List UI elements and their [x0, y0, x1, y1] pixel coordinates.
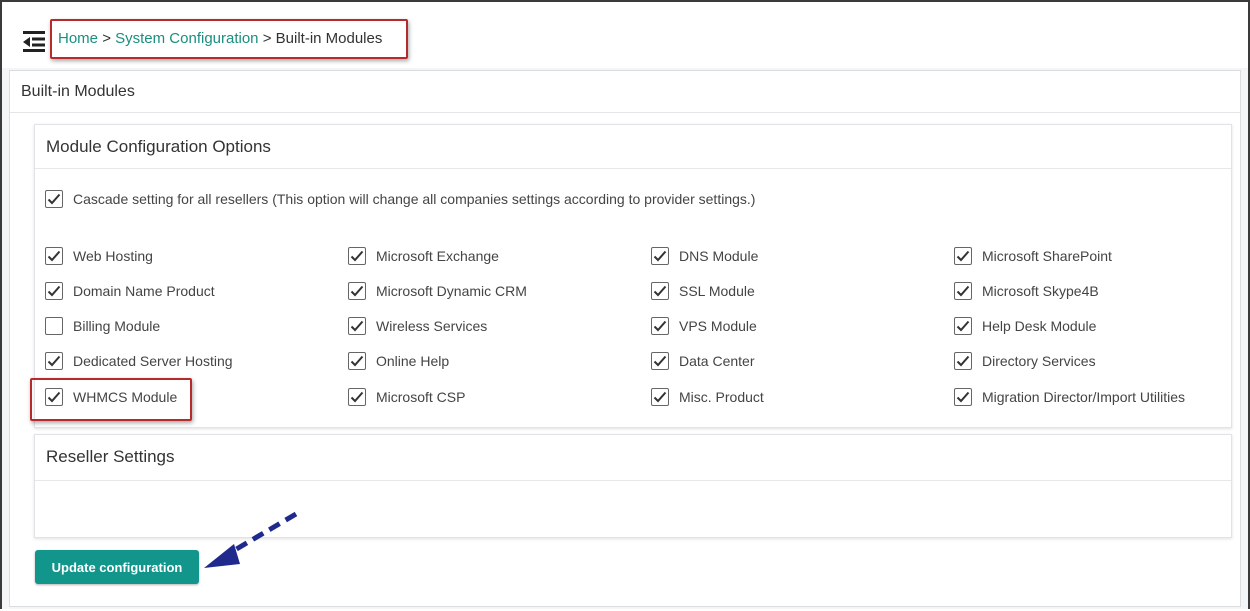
- checkbox-dedicated-server-hosting[interactable]: Dedicated Server Hosting: [45, 352, 233, 370]
- checkbox-help-desk-module[interactable]: Help Desk Module: [954, 317, 1096, 335]
- checkbox-label: Cascade setting for all resellers (This …: [73, 191, 756, 207]
- checkmark-icon[interactable]: [348, 388, 366, 406]
- checkbox-label: Microsoft CSP: [376, 389, 466, 405]
- checkbox-dns-module[interactable]: DNS Module: [651, 247, 758, 265]
- checkmark-icon[interactable]: [348, 247, 366, 265]
- menu-collapse-icon[interactable]: [23, 30, 47, 52]
- module-config-card: Module Configuration Options: [34, 124, 1232, 428]
- checkbox-empty[interactable]: [45, 317, 63, 335]
- breadcrumb-separator: >: [102, 30, 111, 47]
- checkmark-icon[interactable]: [954, 282, 972, 300]
- checkbox-label: Help Desk Module: [982, 318, 1097, 334]
- checkbox-label: Dedicated Server Hosting: [73, 353, 233, 369]
- checkbox-cascade-setting-for-all-resellers-this-option-will-change-all-companies-settings-according-to-provider-settings[interactable]: Cascade setting for all resellers (This …: [45, 190, 755, 208]
- checkbox-microsoft-skype4b[interactable]: Microsoft Skype4B: [954, 282, 1099, 300]
- checkbox-vps-module[interactable]: VPS Module: [651, 317, 757, 335]
- checkbox-label: Directory Services: [982, 353, 1096, 369]
- checkbox-microsoft-exchange[interactable]: Microsoft Exchange: [348, 247, 499, 265]
- checkmark-icon[interactable]: [954, 388, 972, 406]
- checkbox-microsoft-csp[interactable]: Microsoft CSP: [348, 388, 465, 406]
- breadcrumb-system-config-link[interactable]: System Configuration: [115, 30, 258, 47]
- breadcrumb: Home > System Configuration > Built-in M…: [58, 30, 382, 47]
- checkmark-icon[interactable]: [954, 247, 972, 265]
- breadcrumb-home-link[interactable]: Home: [58, 30, 98, 47]
- checkbox-microsoft-dynamic-crm[interactable]: Microsoft Dynamic CRM: [348, 282, 527, 300]
- checkmark-icon[interactable]: [348, 352, 366, 370]
- checkbox-label: Web Hosting: [73, 248, 153, 264]
- checkbox-microsoft-sharepoint[interactable]: Microsoft SharePoint: [954, 247, 1112, 265]
- checkbox-label: Microsoft Exchange: [376, 248, 499, 264]
- breadcrumb-current: Built-in Modules: [275, 30, 383, 47]
- checkmark-icon[interactable]: [651, 352, 669, 370]
- checkbox-ssl-module[interactable]: SSL Module: [651, 282, 755, 300]
- checkbox-label: Domain Name Product: [73, 283, 215, 299]
- checkmark-icon[interactable]: [954, 317, 972, 335]
- checkbox-label: Migration Director/Import Utilities: [982, 389, 1186, 405]
- checkbox-label: SSL Module: [679, 283, 755, 299]
- checkmark-icon[interactable]: [348, 282, 366, 300]
- checkmark-icon[interactable]: [651, 282, 669, 300]
- checkmark-icon[interactable]: [651, 317, 669, 335]
- checkbox-wireless-services[interactable]: Wireless Services: [348, 317, 487, 335]
- whmcs-highlight: [30, 378, 192, 421]
- checkbox-label: Misc. Product: [679, 389, 764, 405]
- checkbox-online-help[interactable]: Online Help: [348, 352, 449, 370]
- panel-title: Built-in Modules: [10, 71, 1240, 113]
- checkmark-icon[interactable]: [45, 282, 63, 300]
- checkbox-domain-name-product[interactable]: Domain Name Product: [45, 282, 215, 300]
- checkbox-label: Microsoft SharePoint: [982, 248, 1112, 264]
- checkmark-icon[interactable]: [651, 388, 669, 406]
- checkbox-billing-module[interactable]: Billing Module: [45, 317, 160, 335]
- checkbox-label: Online Help: [376, 353, 450, 369]
- checkbox-label: DNS Module: [679, 248, 759, 264]
- checkbox-label: Data Center: [679, 353, 755, 369]
- checkmark-icon[interactable]: [45, 352, 63, 370]
- update-configuration-button[interactable]: Update configuration: [35, 550, 199, 584]
- reseller-settings-title: Reseller Settings: [35, 435, 1231, 481]
- checkbox-label: Microsoft Dynamic CRM: [376, 283, 527, 299]
- checkbox-label: VPS Module: [679, 318, 757, 334]
- checkmark-icon[interactable]: [348, 317, 366, 335]
- checkbox-label: Wireless Services: [376, 318, 488, 334]
- checkmark-icon[interactable]: [651, 247, 669, 265]
- checkbox-data-center[interactable]: Data Center: [651, 352, 754, 370]
- checkbox-misc-product[interactable]: Misc. Product: [651, 388, 764, 406]
- checkbox-web-hosting[interactable]: Web Hosting: [45, 247, 153, 265]
- checkmark-icon[interactable]: [954, 352, 972, 370]
- checkbox-label: Billing Module: [73, 318, 161, 334]
- checkbox-label: Microsoft Skype4B: [982, 283, 1099, 299]
- dashed-arrow-icon: [204, 511, 298, 568]
- module-config-title: Module Configuration Options: [35, 125, 1231, 169]
- checkbox-directory-services[interactable]: Directory Services: [954, 352, 1096, 370]
- breadcrumb-separator: >: [262, 30, 272, 47]
- checkmark-icon[interactable]: [45, 190, 63, 208]
- checkmark-icon[interactable]: [45, 247, 63, 265]
- checkbox-migration-director-import-utilities[interactable]: Migration Director/Import Utilities: [954, 388, 1185, 406]
